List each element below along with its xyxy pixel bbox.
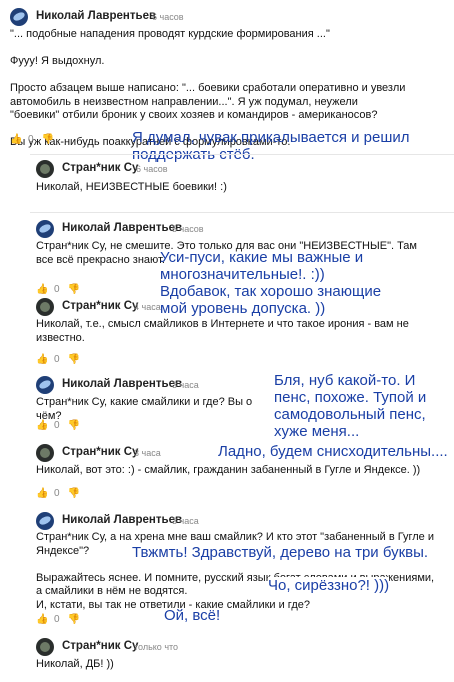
comment-actions: 👍 0 👎 [36, 614, 80, 625]
timestamp[interactable]: 3 часа [172, 380, 199, 390]
comment-actions: 👍 0 👎 [10, 134, 54, 145]
like-count: 0 [28, 134, 34, 145]
author-name[interactable]: Стран*ник Су [62, 640, 138, 652]
thumb-up-icon[interactable]: 👍 [36, 488, 48, 499]
author-name[interactable]: Стран*ник Су [62, 446, 138, 458]
like-count: 0 [54, 488, 60, 499]
annotation-note: Чо, сирёззно?! ))) [268, 577, 390, 594]
thumb-down-icon[interactable]: 👎 [68, 614, 80, 625]
author-name[interactable]: Николай Лаврентьев [62, 514, 182, 526]
thumb-down-icon[interactable]: 👎 [68, 488, 80, 499]
thumb-up-icon[interactable]: 👍 [10, 134, 22, 145]
like-count: 0 [54, 420, 60, 431]
avatar[interactable] [36, 444, 54, 462]
comment-text: Николай, ДБ! )) [36, 658, 114, 670]
avatar[interactable] [36, 220, 54, 238]
author-name[interactable]: Николай Лаврентьев [62, 222, 182, 234]
timestamp[interactable]: 6 часов [136, 164, 168, 174]
comment-actions: 👍 0 👎 [36, 488, 80, 499]
comment-actions: 👍 0 👎 [36, 420, 80, 431]
timestamp[interactable]: 6 часов [152, 12, 184, 22]
avatar[interactable] [36, 512, 54, 530]
thumb-down-icon[interactable]: 👎 [68, 420, 80, 431]
thumb-up-icon[interactable]: 👍 [36, 354, 48, 365]
annotation-note: Бля, нуб какой-то. И пенс, похоже. Тупой… [274, 372, 427, 440]
like-count: 0 [54, 354, 60, 365]
thumb-up-icon[interactable]: 👍 [36, 284, 48, 295]
like-count: 0 [54, 614, 60, 625]
timestamp[interactable]: 3 часа [134, 448, 161, 458]
timestamp[interactable]: только что [134, 642, 178, 652]
avatar[interactable] [36, 638, 54, 656]
comment-text: Николай, вот это: :) - смайлик, граждани… [36, 464, 421, 476]
like-count: 0 [54, 284, 60, 295]
annotation-note: Ой, всё! [164, 607, 221, 624]
timestamp[interactable]: 5 часов [172, 224, 204, 234]
thread-divider [30, 154, 454, 155]
thumb-down-icon[interactable]: 👎 [68, 284, 80, 295]
comment-actions: 👍 0 👎 [36, 354, 80, 365]
avatar[interactable] [36, 376, 54, 394]
author-name[interactable]: Стран*ник Су [62, 162, 138, 174]
thumb-up-icon[interactable]: 👍 [36, 420, 48, 431]
author-name[interactable]: Стран*ник Су [62, 300, 138, 312]
thumb-down-icon[interactable]: 👎 [42, 134, 54, 145]
annotation-note: Ладно, будем снисходительны.... [218, 443, 448, 460]
comment-text: Стран*ник Су, какие смайлики и где? Вы о… [36, 396, 253, 422]
comment-actions: 👍 0 👎 [36, 284, 80, 295]
thread-divider [30, 212, 454, 213]
timestamp[interactable]: 3 часа [172, 516, 199, 526]
thumb-down-icon[interactable]: 👎 [68, 354, 80, 365]
comment-text: Николай, т.е., смысл смайликов в Интерне… [36, 318, 409, 344]
author-name[interactable]: Николай Лаврентьев [62, 378, 182, 390]
annotation-note: Я думал, чувак прикалывается и решил под… [132, 129, 410, 163]
thumb-up-icon[interactable]: 👍 [36, 614, 48, 625]
timestamp[interactable]: 4 часа [134, 302, 161, 312]
avatar[interactable] [10, 8, 28, 26]
author-name[interactable]: Николай Лаврентьев [36, 10, 156, 22]
avatar[interactable] [36, 160, 54, 178]
annotation-note: Уси-пуси, какие мы важные и многозначите… [160, 249, 382, 317]
comment-text: Николай, НЕИЗВЕСТНЫЕ боевики! :) [36, 181, 227, 193]
avatar[interactable] [36, 298, 54, 316]
annotation-note: Твжмть! Здравствуй, дерево на три буквы. [132, 544, 429, 561]
